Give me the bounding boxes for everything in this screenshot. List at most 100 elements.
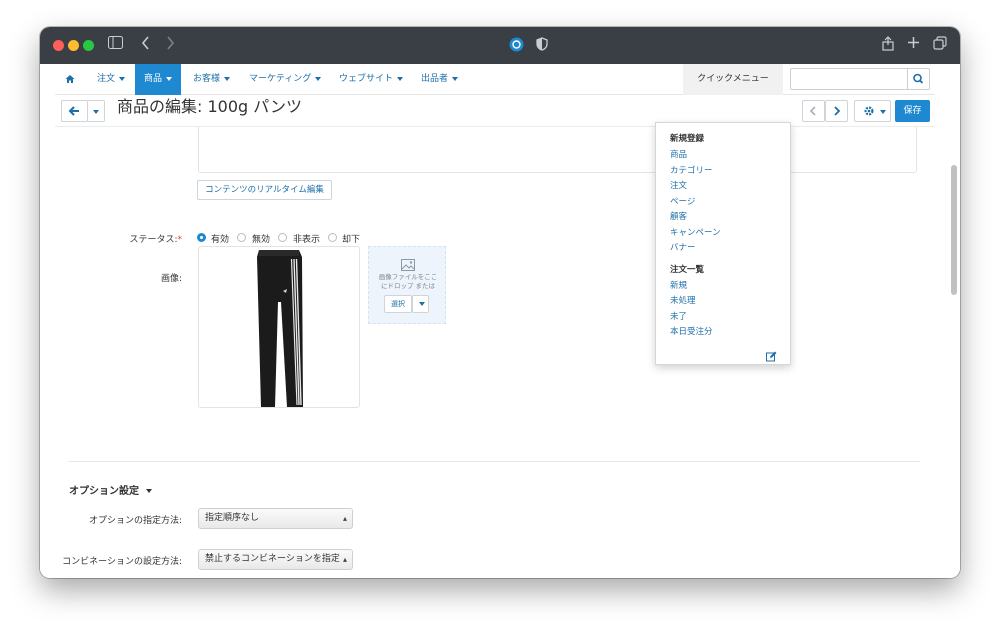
nav-orders[interactable]: 注文: [97, 64, 126, 95]
option-method-value: 指定順序なし: [205, 513, 260, 523]
description-editor[interactable]: [198, 127, 917, 173]
search-button[interactable]: [907, 68, 930, 90]
quick-menu-link-customer[interactable]: 顧客: [670, 210, 687, 222]
sidebar-toggle-icon[interactable]: [108, 36, 123, 54]
new-tab-icon[interactable]: [907, 36, 920, 54]
home-icon[interactable]: [65, 64, 79, 95]
image-dropzone[interactable]: 画像ファイルをここ にドロップ または 選択: [368, 246, 446, 324]
privacy-shield-icon[interactable]: [536, 37, 548, 56]
status-hidden-radio[interactable]: [278, 233, 287, 242]
chevron-down-icon: [224, 76, 231, 81]
combination-method-label: コンビネーションの設定方法:: [62, 557, 182, 567]
status-label-text: ステータス:: [129, 235, 178, 245]
nav-customers-label: お客様: [193, 74, 221, 84]
select-file-dropdown[interactable]: [412, 295, 429, 313]
page-title: 商品の編集: 100g パンツ: [117, 97, 303, 116]
settings-dropdown-button[interactable]: [854, 100, 891, 122]
status-active-label: 有効: [211, 235, 230, 245]
edit-quick-menu-icon[interactable]: [766, 347, 777, 366]
nav-marketing[interactable]: マーケティング: [249, 64, 322, 95]
realtime-edit-button[interactable]: コンテンツのリアルタイム編集: [197, 180, 332, 200]
chevron-down-icon: [315, 76, 322, 81]
page-content: 注文 商品 お客様 マーケティング ウェブサイト 出品者 クイックメニュー 商品…: [40, 64, 960, 578]
pants-image: [257, 250, 303, 407]
options-section-toggle[interactable]: オプション設定: [69, 482, 152, 497]
minimize-window-button[interactable]: [68, 40, 79, 51]
status-hidden-label: 非表示: [293, 235, 321, 245]
quick-menu-link-banner[interactable]: バナー: [670, 241, 696, 253]
nav-marketing-label: マーケティング: [249, 74, 312, 84]
updown-arrow-icon: ▴: [342, 555, 347, 564]
quick-menu-link-new-orders[interactable]: 新規: [670, 279, 687, 291]
quick-menu-dropdown: 新規登録 商品 カテゴリー 注文 ページ 顧客 キャンペーン バナー 注文一覧 …: [655, 122, 791, 365]
option-method-label: オプションの指定方法:: [88, 516, 182, 526]
chevron-left-icon: [809, 106, 816, 116]
nav-orders-label: 注文: [97, 74, 116, 84]
site-favicon-icon: [509, 37, 524, 57]
dropzone-text: 画像ファイルをここ にドロップ または: [369, 273, 447, 291]
dropzone-text-line-1: 画像ファイルをここ: [378, 273, 438, 281]
quick-menu-section-new: 新規登録: [670, 134, 705, 144]
select-file-button[interactable]: 選択: [384, 295, 412, 313]
nav-vendors-label: 出品者: [421, 74, 449, 84]
combination-method-value: 禁止するコンビネーションを指定: [205, 554, 340, 564]
nav-products[interactable]: 商品: [135, 64, 181, 95]
updown-arrow-icon: ▴: [342, 514, 347, 523]
chevron-down-icon: [119, 76, 126, 81]
nav-vendors[interactable]: 出品者: [421, 64, 459, 95]
image-icon: [401, 259, 415, 271]
chevron-down-icon: [146, 489, 152, 493]
nav-products-label: 商品: [144, 74, 163, 84]
quick-menu-button[interactable]: クイックメニュー: [683, 64, 783, 95]
arrow-left-icon: [68, 106, 79, 116]
quick-menu-link-today[interactable]: 本日受注分: [670, 325, 713, 337]
search-icon: [913, 73, 924, 84]
chevron-down-icon: [166, 76, 173, 81]
quick-menu-link-page[interactable]: ページ: [670, 195, 695, 207]
prev-product-button[interactable]: [802, 100, 825, 122]
save-button[interactable]: 保存: [895, 100, 930, 122]
back-history-dropdown[interactable]: [87, 100, 105, 122]
status-active-radio[interactable]: [197, 233, 206, 242]
close-window-button[interactable]: [53, 40, 64, 51]
dropzone-text-line-2: にドロップ または: [380, 282, 436, 290]
browser-window: 注文 商品 お客様 マーケティング ウェブサイト 出品者 クイックメニュー 商品…: [40, 27, 960, 578]
next-product-button[interactable]: [825, 100, 848, 122]
back-button[interactable]: [61, 100, 88, 122]
chevron-down-icon: [452, 76, 459, 81]
combination-method-select[interactable]: 禁止するコンビネーションを指定 ▴: [198, 549, 353, 570]
quick-menu-link-order[interactable]: 注文: [670, 179, 687, 191]
product-image-thumbnail[interactable]: [198, 246, 360, 408]
quick-menu-link-product[interactable]: 商品: [670, 148, 687, 160]
chevron-down-icon: [880, 110, 886, 114]
search-input[interactable]: [790, 68, 908, 90]
back-icon[interactable]: [141, 36, 150, 55]
required-mark: *: [177, 235, 183, 245]
status-disabled-label: 無効: [252, 235, 271, 245]
forward-icon[interactable]: [166, 36, 175, 55]
option-method-select[interactable]: 指定順序なし ▴: [198, 508, 353, 529]
chevron-right-icon: [834, 106, 841, 116]
quick-menu-section-orders: 注文一覧: [670, 265, 705, 275]
section-divider: [68, 461, 920, 462]
nav-website-label: ウェブサイト: [339, 74, 394, 84]
status-label: ステータス:*: [100, 232, 182, 245]
chevron-down-icon: [397, 76, 404, 81]
image-label: 画像:: [160, 274, 182, 284]
quick-menu-link-incomplete[interactable]: 未了: [670, 310, 687, 322]
quick-menu-link-category[interactable]: カテゴリー: [670, 164, 713, 176]
chevron-down-icon: [93, 110, 99, 114]
status-rejected-radio[interactable]: [328, 233, 337, 242]
quick-menu-link-unprocessed[interactable]: 未処理: [670, 294, 696, 306]
tab-overview-icon[interactable]: [933, 36, 947, 55]
share-icon[interactable]: [882, 36, 894, 56]
chevron-down-icon: [419, 302, 425, 306]
nav-customers[interactable]: お客様: [193, 64, 231, 95]
page-scrollbar[interactable]: [951, 165, 957, 295]
status-disabled-radio[interactable]: [237, 233, 246, 242]
status-rejected-label: 却下: [342, 235, 361, 245]
gear-icon: [864, 106, 874, 116]
zoom-window-button[interactable]: [83, 40, 94, 51]
nav-website[interactable]: ウェブサイト: [339, 64, 404, 95]
quick-menu-link-campaign[interactable]: キャンペーン: [670, 226, 721, 238]
